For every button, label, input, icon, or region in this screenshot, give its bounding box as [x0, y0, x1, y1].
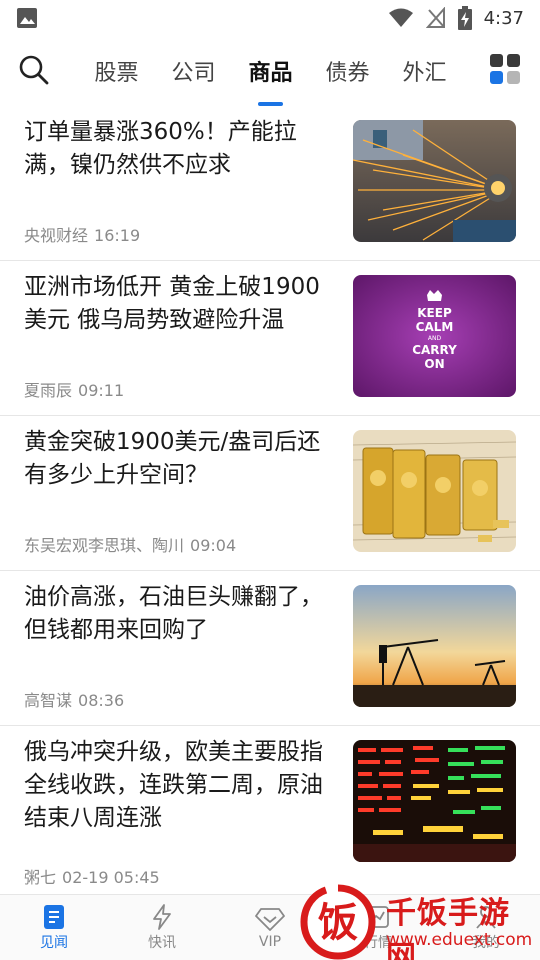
news-source: 夏雨辰 [24, 381, 73, 400]
grinding-sparks-image [353, 120, 516, 242]
news-meta: 东吴宏观李思琪、陶川 09:04 [24, 532, 236, 556]
bottom-tab-label: 快讯 [148, 935, 176, 951]
news-title: 订单量暴涨360%！产能拉满，镍仍然供不应求 [24, 119, 297, 178]
watermark-logo-char: 饭 [318, 900, 358, 946]
grid-menu-icon[interactable] [490, 54, 520, 84]
grid-cell [490, 54, 503, 67]
category-tabs: 股票 公司 商品 债券 外汇 [78, 36, 463, 106]
news-meta: 高智谋 08:36 [24, 687, 124, 711]
news-item[interactable]: 亚洲市场低开 黄金上破1900美元 俄乌局势致避险升温 夏雨辰 09:11 KEE… [0, 261, 540, 416]
bottom-tab-label: VIP [258, 934, 282, 950]
news-source: 央视财经 [24, 226, 89, 245]
tab-commodities[interactable]: 商品 [232, 36, 309, 106]
news-title: 亚洲市场低开 黄金上破1900美元 俄乌局势致避险升温 [24, 274, 320, 333]
poster-line-on: ON [424, 357, 444, 371]
document-icon [44, 905, 64, 929]
stock-board-image [353, 740, 516, 862]
search-icon[interactable] [18, 54, 50, 86]
tab-companies[interactable]: 公司 [155, 36, 232, 106]
gold-bars-image [353, 430, 516, 552]
news-meta: 夏雨辰 09:11 [24, 377, 124, 401]
bottom-tab-news[interactable]: 见闻 [0, 895, 108, 960]
tab-bonds[interactable]: 债券 [309, 36, 386, 106]
top-nav: 股票 公司 商品 债券 外汇 [0, 36, 540, 106]
poster-line-keep: KEEP [417, 306, 452, 320]
news-item[interactable]: 俄乌冲突升级，欧美主要股指全线收跌，连跌第二周，原油结束八周连涨 粥七 02-19… [0, 726, 540, 894]
news-source: 东吴宏观李思琪、陶川 [24, 536, 185, 555]
status-bar: 4:37 [0, 0, 540, 36]
keep-calm-poster-image: KEEP CALM AND CARRY ON [353, 275, 516, 397]
news-time: 16:19 [94, 226, 141, 245]
bottom-tab-flash[interactable]: 快讯 [108, 895, 216, 960]
poster-line-carry: CARRY [412, 343, 457, 357]
news-meta: 央视财经 16:19 [24, 222, 140, 246]
no-signal-icon [425, 7, 445, 28]
grid-cell [507, 71, 520, 84]
lightning-icon [153, 904, 171, 930]
diamond-icon [255, 908, 285, 931]
bottom-tab-label: 见闻 [40, 935, 68, 951]
news-meta: 粥七 02-19 05:45 [24, 864, 160, 888]
grid-cell [490, 71, 503, 84]
news-time: 08:36 [78, 691, 125, 710]
status-time: 4:37 [483, 7, 524, 29]
poster-line-and: AND [428, 335, 442, 342]
poster-line-calm: CALM [416, 320, 454, 334]
news-title: 黄金突破1900美元/盎司后还有多少上升空间？ [24, 429, 321, 488]
news-time: 09:11 [78, 381, 125, 400]
news-item[interactable]: 订单量暴涨360%！产能拉满，镍仍然供不应求 央视财经 16:19 [0, 106, 540, 261]
tab-forex[interactable]: 外汇 [386, 36, 463, 106]
news-item[interactable]: 油价高涨，石油巨头赚翻了，但钱都用来回购了 高智谋 08:36 [0, 571, 540, 726]
news-list: 订单量暴涨360%！产能拉满，镍仍然供不应求 央视财经 16:19 亚洲市场低开… [0, 106, 540, 894]
image-notification-icon [17, 8, 37, 28]
oil-pump-sunset-image [353, 585, 516, 707]
news-title: 俄乌冲突升级，欧美主要股指全线收跌，连跌第二周，原油结束八周连涨 [24, 739, 323, 831]
battery-charging-icon [457, 6, 472, 30]
watermark-logo: 饭 [300, 884, 376, 960]
news-source: 粥七 [24, 868, 57, 887]
watermark-url: www.eduext.com [386, 930, 533, 950]
wifi-icon [388, 8, 413, 27]
news-source: 高智谋 [24, 691, 73, 710]
news-time: 02-19 05:45 [62, 868, 160, 887]
news-time: 09:04 [190, 536, 237, 555]
tab-stocks[interactable]: 股票 [78, 36, 155, 106]
news-title: 油价高涨，石油巨头赚翻了，但钱都用来回购了 [24, 584, 323, 643]
grid-cell [507, 54, 520, 67]
news-item[interactable]: 黄金突破1900美元/盎司后还有多少上升空间？ 东吴宏观李思琪、陶川 09:04 [0, 416, 540, 571]
site-watermark: 饭 千饭手游网 www.eduext.com [300, 884, 540, 960]
